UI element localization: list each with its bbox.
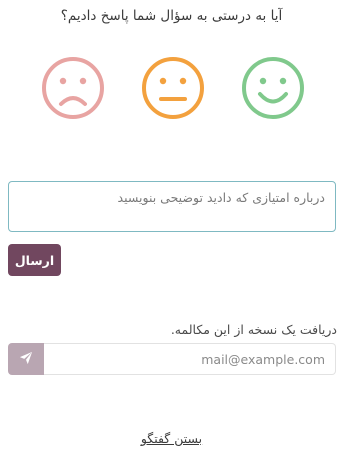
feedback-textarea[interactable] — [8, 181, 336, 232]
neutral-face-icon[interactable] — [140, 55, 206, 121]
rating-question: آیا به درستی به سؤال شما پاسخ دادیم؟ — [60, 8, 283, 24]
close-conversation-link[interactable]: بستن گفتگو — [0, 431, 343, 446]
happy-face-icon[interactable] — [240, 55, 306, 121]
rating-faces — [0, 55, 343, 125]
send-button[interactable]: ارسال — [8, 244, 61, 276]
paper-plane-icon — [19, 351, 33, 368]
send-transcript-button[interactable] — [8, 343, 44, 375]
transcript-email-group — [8, 343, 336, 375]
email-input[interactable] — [44, 343, 336, 375]
transcript-label: دریافت یک نسخه از این مکالمه. — [170, 322, 337, 337]
sad-face-icon[interactable] — [40, 55, 106, 121]
